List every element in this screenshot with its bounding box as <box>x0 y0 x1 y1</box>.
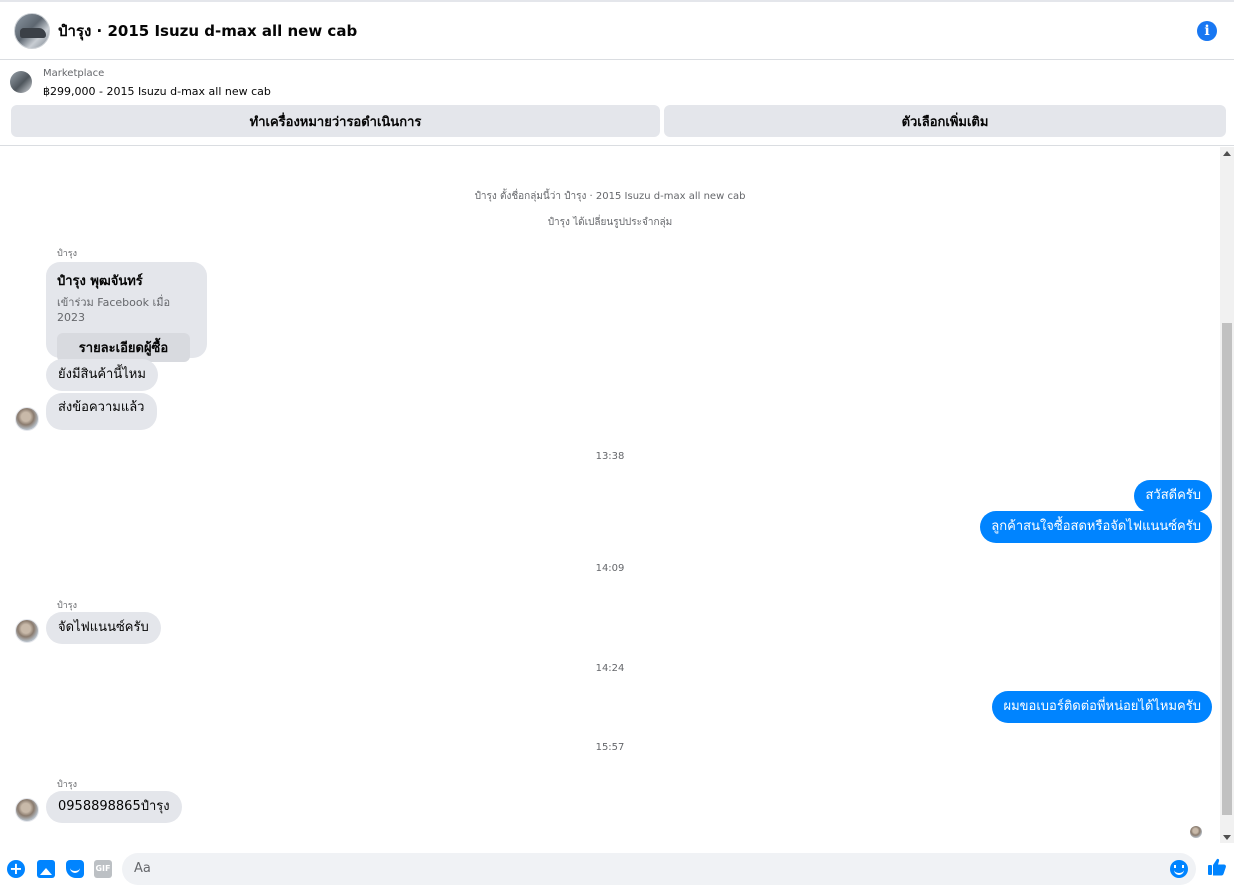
message-bubble-out[interactable]: ผมขอเบอร์ติดต่อพี่หน่อยได้ไหมครับ <box>992 691 1212 723</box>
message-bubble-in[interactable]: 0958898865ปำรุง <box>46 791 182 823</box>
message-bubble-in[interactable]: จัดไฟแนนซ์ครับ <box>46 612 161 644</box>
listing-thumbnail[interactable] <box>10 71 32 93</box>
scroll-up-icon[interactable] <box>1223 151 1231 156</box>
timestamp: 13:38 <box>595 451 625 462</box>
seen-indicator-avatar <box>1190 826 1202 838</box>
message-input-placeholder: Aa <box>134 861 151 876</box>
message-bubble-out[interactable]: สวัสดีครับ <box>1134 480 1212 512</box>
buyer-details-button[interactable]: รายละเอียดผู้ซื้อ <box>57 333 190 362</box>
buyer-joined: เข้าร่วม Facebook เมื่อ 2023 <box>57 296 171 324</box>
message-input[interactable]: Aa <box>122 853 1196 885</box>
scroll-down-icon[interactable] <box>1223 835 1231 840</box>
conversation-title[interactable]: ปำรุง · 2015 Isuzu d-max all new cab <box>58 19 357 43</box>
sender-name: ปำรุง <box>57 780 77 790</box>
timestamp: 14:24 <box>595 663 625 674</box>
sticker-icon[interactable] <box>66 860 84 878</box>
photo-icon[interactable] <box>37 860 55 878</box>
system-message: ปำรุง ได้เปลี่ยนรูปประจำกลุ่ม <box>547 217 673 228</box>
sender-avatar[interactable] <box>15 619 39 643</box>
sender-name: ปำรุง <box>57 249 77 259</box>
message-bubble-out[interactable]: ลูกค้าสนใจซื้อสดหรือจัดไฟแนนซ์ครับ <box>980 511 1212 543</box>
emoji-icon[interactable] <box>1170 860 1188 878</box>
gif-icon[interactable]: GIF <box>94 860 112 878</box>
sender-name: ปำรุง <box>57 601 77 611</box>
scrollbar-thumb[interactable] <box>1222 323 1232 815</box>
conversation-header: ปำรุง · 2015 Isuzu d-max all new cab i <box>0 0 1234 60</box>
plus-icon[interactable]: + <box>7 860 25 878</box>
marketplace-panel: Marketplace ฿299,000 - 2015 Isuzu d-max … <box>0 60 1234 146</box>
sender-avatar[interactable] <box>15 407 39 431</box>
thread-scrollbar[interactable] <box>1220 147 1234 843</box>
thumbs-up-icon[interactable] <box>1207 857 1227 877</box>
message-bubble-in[interactable]: ส่งข้อความแล้ว <box>46 393 157 430</box>
buyer-name: ปำรุง พุฒจันทร์ <box>57 274 143 289</box>
group-avatar[interactable] <box>14 12 50 49</box>
sender-avatar[interactable] <box>15 798 39 822</box>
timestamp: 15:57 <box>595 742 625 753</box>
message-bubble-in[interactable]: ยังมีสินค้านี้ไหม <box>46 359 158 391</box>
mark-pending-button[interactable]: ทำเครื่องหมายว่ารอดำเนินการ <box>11 105 660 137</box>
message-thread: ปำรุง ตั้งชื่อกลุ่มนี้ว่า ปำรุง · 2015 I… <box>0 147 1234 847</box>
listing-price-title[interactable]: ฿299,000 - 2015 Isuzu d-max all new cab <box>43 85 271 98</box>
more-options-button[interactable]: ตัวเลือกเพิ่มเติม <box>664 105 1226 137</box>
system-message: ปำรุง ตั้งชื่อกลุ่มนี้ว่า ปำรุง · 2015 I… <box>474 191 746 202</box>
timestamp: 14:09 <box>595 563 625 574</box>
info-icon[interactable]: i <box>1197 21 1217 41</box>
marketplace-label: Marketplace <box>43 68 105 79</box>
message-composer: + GIF Aa <box>0 847 1234 890</box>
buyer-profile-card: ปำรุง พุฒจันทร์ เข้าร่วม Facebook เมื่อ … <box>46 262 207 362</box>
